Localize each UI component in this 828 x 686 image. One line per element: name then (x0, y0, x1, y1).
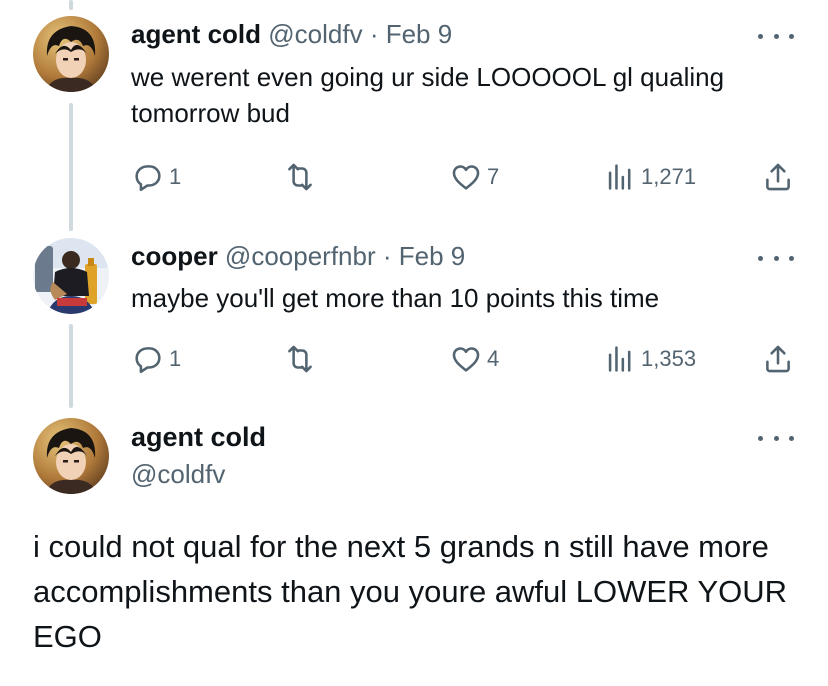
like-button[interactable]: 7 (449, 157, 499, 197)
thread-line-1 (69, 103, 73, 231)
display-name[interactable]: agent cold (131, 19, 261, 49)
retweet-icon (288, 345, 312, 373)
tweet-date[interactable]: Feb 9 (399, 241, 466, 271)
thread-line-top (69, 0, 73, 10)
avatar[interactable] (33, 16, 109, 92)
more-icon[interactable] (758, 26, 794, 46)
user-handle[interactable]: @coldfv (268, 19, 362, 49)
tweet-text: maybe you'll get more than 10 points thi… (131, 283, 660, 313)
share-button[interactable] (761, 339, 795, 379)
reply-button[interactable]: 1 (131, 157, 181, 197)
reply-header: agent cold @coldfv · Feb 9 (131, 18, 452, 50)
thread-line-2 (69, 324, 73, 408)
views-count: 1,271 (641, 164, 697, 189)
tweet-date[interactable]: Feb 9 (386, 19, 453, 49)
avatar[interactable] (33, 238, 109, 314)
user-handle[interactable]: @coldfv (131, 458, 225, 490)
share-icon (766, 163, 790, 191)
heart-icon (452, 165, 480, 190)
retweet-button[interactable] (283, 157, 321, 197)
share-button[interactable] (761, 157, 795, 197)
display-name[interactable]: cooper (131, 241, 218, 271)
views-count: 1,353 (641, 346, 697, 371)
user-handle[interactable]: @cooperfnbr (225, 241, 376, 271)
tweet-text: i could not qual for the next 5 grands n… (33, 529, 788, 654)
heart-icon (452, 347, 480, 372)
tweet-thread: agent cold @coldfv · Feb 9 we werent eve… (0, 0, 828, 686)
reply-count: 1 (169, 346, 182, 371)
retweet-button[interactable] (283, 339, 321, 379)
views-button[interactable]: 1,353 (603, 339, 696, 379)
display-name[interactable]: agent cold (131, 421, 266, 453)
share-icon (766, 345, 790, 373)
more-icon[interactable] (758, 428, 794, 448)
reply-icon (135, 165, 161, 192)
reply-button[interactable]: 1 (131, 339, 181, 379)
tweet-text: we werent even going ur side LOOOOOL gl … (131, 62, 725, 128)
views-icon (608, 164, 631, 190)
like-button[interactable]: 4 (449, 339, 499, 379)
reply-icon (135, 347, 161, 374)
reply-count: 1 (169, 164, 182, 189)
action-bar: 1 4 1,353 (131, 339, 797, 379)
views-icon (608, 346, 631, 372)
separator: · (369, 19, 379, 49)
reply-header: cooper @cooperfnbr · Feb 9 (131, 240, 465, 272)
like-count: 7 (487, 164, 500, 189)
retweet-icon (288, 163, 312, 191)
avatar[interactable] (33, 418, 109, 494)
like-count: 4 (487, 346, 500, 371)
views-button[interactable]: 1,271 (603, 157, 696, 197)
action-bar: 1 7 1,271 (131, 157, 797, 197)
more-icon[interactable] (758, 248, 794, 268)
separator: · (382, 241, 392, 271)
